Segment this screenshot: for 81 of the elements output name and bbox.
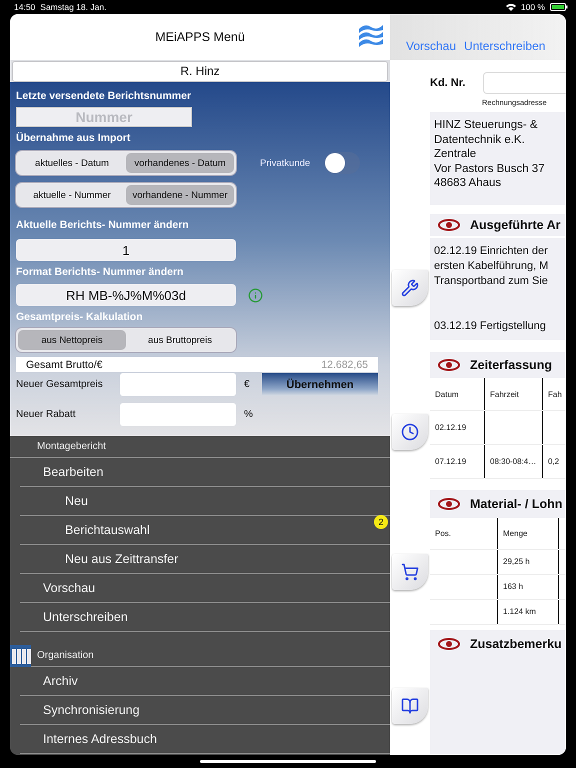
private-customer-label: Privatkunde <box>260 158 310 168</box>
wifi-icon <box>506 3 516 11</box>
segment-option[interactable]: aktuelles - Datum <box>18 153 126 173</box>
customer-number-label: Kd. Nr. <box>430 77 466 89</box>
table-cell: 163 h <box>497 574 558 599</box>
field-label: Neuer Gesamtpreis <box>16 379 104 390</box>
toggle-switch[interactable] <box>324 152 360 174</box>
column-header: Datum <box>434 388 460 400</box>
table-cell: 1.124 km <box>497 600 558 624</box>
side-tab[interactable] <box>392 414 428 450</box>
menu-item[interactable]: Synchronisierung <box>20 696 390 725</box>
clock-icon <box>401 422 419 440</box>
segment-option[interactable]: aus Bruttopreis <box>126 330 234 350</box>
field-label: Aktuelle Berichts- Nummer ändern <box>16 219 190 232</box>
address-text: HINZ Steuerungs- & Datentechnik e.K. Zentrale Vor Pastors Busch 37 48683 Ahaus <box>434 118 546 190</box>
apply-button[interactable]: Übernehmen <box>262 373 378 396</box>
table-cell: 29,25 h <box>497 550 558 574</box>
menu-item[interactable]: Vorschau <box>20 574 390 603</box>
menu-item[interactable]: Neu aus Zeittransfer <box>20 545 390 574</box>
section-title: Material- / Lohn <box>470 497 562 511</box>
table-cell-text: 07.12.19 <box>434 456 468 468</box>
field-label: Gesamtpreis- Kalkulation <box>16 311 144 324</box>
report-number-input[interactable]: 1 <box>16 239 236 261</box>
eye-icon <box>438 359 460 371</box>
field-label: Letzte versendete Berichtsnummer <box>16 90 192 103</box>
segment-option[interactable]: aktuelle - Nummer <box>18 185 126 205</box>
table-cell: 0,2 <box>542 445 566 478</box>
field-label: Übernahme aus Import <box>16 132 132 145</box>
menu-item[interactable]: Berichtauswahl 2 <box>20 516 390 545</box>
section-header[interactable]: Ausgeführte Ar <box>430 214 566 236</box>
user-name-bar[interactable]: R. Hinz <box>12 60 388 82</box>
section-title: Montagebericht <box>37 441 106 452</box>
unit-label: % <box>244 409 254 420</box>
paragraph: 02.12.19 Einrichten der ersten Kabelführung, M Transportband zum Sie <box>434 244 550 289</box>
column-header: Menge <box>497 518 558 549</box>
segment-option[interactable]: aus Nettopreis <box>18 330 126 350</box>
section-title: Ausgeführte Ar <box>470 218 561 232</box>
total-label: Gesamt Brutto/€ <box>26 358 102 370</box>
battery-icon <box>550 3 568 11</box>
segment-option[interactable]: vorhandenes - Datum <box>126 153 234 173</box>
paragraph: 03.12.19 Fertigstellung <box>434 319 547 334</box>
section-title: Zusatzbemerku <box>470 636 562 650</box>
section-header[interactable]: Zeiterfassung <box>430 352 566 378</box>
shopping-cart-icon <box>401 562 419 580</box>
menu-item[interactable]: Neu <box>20 487 390 516</box>
field-label: Format Berichts- Nummer ändern <box>16 266 184 279</box>
section-header[interactable]: Zusatzbemerku <box>430 630 566 657</box>
section-title: Zeiterfassung <box>470 358 552 372</box>
side-tab[interactable] <box>392 554 428 590</box>
section-header[interactable]: Material- / Lohn <box>430 490 566 518</box>
count-badge: 2 <box>374 515 388 529</box>
menu-item[interactable]: Bearbeiten <box>20 458 390 487</box>
table-cell-text: 02.12.19 <box>434 422 468 434</box>
discount-input[interactable] <box>120 403 236 426</box>
unit-label: € <box>244 379 251 390</box>
column-header: Fahrzeit <box>484 378 542 410</box>
battery-percent: 100 % <box>520 2 545 12</box>
waves-logo-icon <box>358 23 384 49</box>
menu-item[interactable]: Archiv <box>20 667 390 696</box>
side-tab[interactable] <box>392 270 428 306</box>
new-total-input[interactable] <box>120 373 236 396</box>
book-icon <box>401 697 419 715</box>
number-format-input[interactable]: RH MB-%J%M%03d <box>16 284 236 306</box>
total-value: 12.682,65 <box>321 358 368 370</box>
menu-item[interactable]: Internes Adressbuch <box>20 725 390 754</box>
status-time: 14:50 <box>14 2 36 12</box>
segment-option[interactable]: vorhandene - Nummer <box>126 185 234 205</box>
menu-title: MEiAPPS Menü <box>155 30 245 44</box>
column-header: Pos. <box>434 528 452 540</box>
wrench-icon <box>401 279 419 297</box>
eye-icon <box>438 638 460 650</box>
section-title: Organisation <box>37 650 94 661</box>
eye-icon <box>438 498 460 510</box>
column-header: Fah <box>542 378 566 410</box>
field-label: Neuer Rabatt <box>16 409 76 420</box>
menu-item[interactable]: Unterschreiben <box>20 603 390 632</box>
table-cell: 08:30-08:4… <box>484 445 542 478</box>
eye-icon <box>438 219 460 231</box>
binders-icon <box>10 644 31 666</box>
status-date: Samstag 18. Jan. <box>40 2 106 12</box>
side-tab[interactable] <box>392 688 428 724</box>
